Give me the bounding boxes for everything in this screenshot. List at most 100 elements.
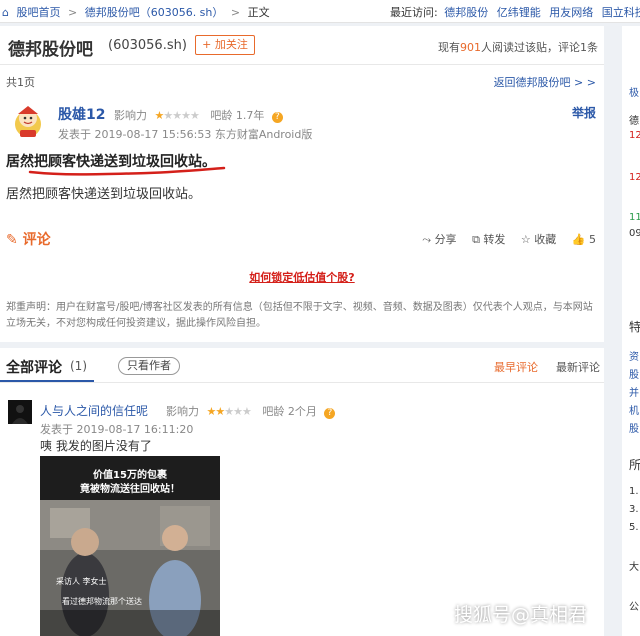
favorite-button[interactable]: ☆ 收藏 bbox=[521, 233, 556, 246]
star-icon: ★ bbox=[190, 109, 200, 122]
commenter-avatar[interactable] bbox=[8, 400, 32, 424]
recent-item[interactable]: 德邦股份 bbox=[444, 6, 488, 19]
share-icon: ⤳ bbox=[422, 233, 432, 246]
reader-count: 901 bbox=[460, 41, 481, 54]
home-icon[interactable]: ⌂ bbox=[2, 6, 9, 19]
comment-label: 评论 bbox=[22, 232, 51, 248]
breadcrumb-separator: > bbox=[230, 6, 241, 19]
breadcrumb-bar[interactable]: 德邦股份吧（603056. sh） bbox=[85, 6, 224, 19]
bar-header: 德邦股份吧 (603056.sh) + 加关注 现有901人阅读过该贴，评论1条 bbox=[0, 26, 604, 65]
sidebar-fragment[interactable]: 股 bbox=[629, 366, 639, 381]
star-icon: ★ bbox=[163, 109, 173, 122]
post-body: 居然把顾客快递送到垃圾回收站。 bbox=[6, 187, 202, 202]
author-age: 吧龄 1.7年 bbox=[210, 109, 265, 122]
sidebar-fragment[interactable]: 机 bbox=[629, 402, 639, 417]
like-button[interactable]: 👍 5 bbox=[572, 233, 596, 246]
sidebar-fragment: 德 bbox=[629, 116, 639, 127]
recent-visits: 最近访问: 德邦股份 亿纬锂能 用友网络 国立科技 汇 bbox=[390, 4, 640, 20]
comments-panel: 全部评论 (1) 只看作者 最早评论 最新评论 人与人之间的信任呢 影响力 ★★… bbox=[0, 348, 604, 636]
reading-mid: 人阅读过该贴，评论 bbox=[481, 41, 580, 54]
star-icon: ★ bbox=[181, 109, 191, 122]
forward-button[interactable]: ⧉ 转发 bbox=[472, 233, 505, 246]
comment-author[interactable]: 人与人之间的信任呢 bbox=[40, 402, 148, 419]
pager-row: 共1页 返回德邦股份吧 > > bbox=[0, 70, 604, 90]
sidebar-fragment: 大 bbox=[629, 562, 639, 573]
help-icon[interactable]: ? bbox=[324, 408, 336, 419]
reading-stats: 现有901人阅读过该贴，评论1条 bbox=[438, 39, 598, 55]
sidebar-fragment[interactable]: 极 bbox=[629, 84, 639, 99]
influence-stars: ★★★★★ bbox=[207, 405, 252, 418]
sort-earliest[interactable]: 最早评论 bbox=[494, 359, 538, 375]
star-icon: ☆ bbox=[520, 233, 531, 246]
forward-icon: ⧉ bbox=[472, 233, 480, 246]
influence-label: 影响力 bbox=[166, 405, 199, 418]
breadcrumb: ⌂ 股吧首页 > 德邦股份吧（603056. sh） > 正文 bbox=[2, 4, 274, 20]
watermark: 搜狐号@真相君 bbox=[454, 604, 588, 626]
sidebar-fragment[interactable]: 资 bbox=[629, 348, 639, 363]
breadcrumb-current: 正文 bbox=[247, 6, 270, 19]
sidebar-fragment[interactable]: 并 bbox=[629, 384, 639, 399]
promo-link[interactable]: 如何锁定低估值个股? bbox=[0, 269, 604, 285]
pencil-icon: ✎ bbox=[6, 232, 18, 248]
comment-button[interactable]: ✎ 评论 bbox=[6, 229, 51, 249]
author-avatar[interactable] bbox=[10, 104, 46, 140]
reading-suffix: 条 bbox=[587, 41, 598, 54]
sidebar-fragment: 09 bbox=[629, 228, 640, 239]
sidebar-fragment: 特 bbox=[629, 320, 640, 334]
recent-label: 最近访问: bbox=[390, 6, 438, 19]
star-icon: ★ bbox=[215, 405, 225, 418]
recent-item[interactable]: 国立科技 bbox=[602, 6, 640, 19]
right-sidebar: 极 德 12 12 11 09 特 资 股 并 机 股 所 1. 3. 5. 大… bbox=[622, 26, 640, 636]
sidebar-fragment: 1. bbox=[629, 486, 639, 497]
comment-count: 1 bbox=[580, 41, 587, 54]
influence-stars: ★★★★★ bbox=[155, 109, 200, 122]
disclaimer: 郑重声明：用户在财富号/股吧/博客社区发表的所有信息（包括但不限于文字、视频、音… bbox=[6, 302, 593, 329]
action-buttons: ⤳ 分享 ⧉ 转发 ☆ 收藏 👍 5 bbox=[410, 231, 596, 247]
thumbs-up-icon: 👍 bbox=[571, 233, 586, 246]
recent-item[interactable]: 用友网络 bbox=[549, 6, 593, 19]
comments-header: 全部评论 (1) 只看作者 最早评论 最新评论 bbox=[0, 348, 604, 383]
post-panel: 德邦股份吧 (603056.sh) + 加关注 现有901人阅读过该贴，评论1条… bbox=[0, 26, 604, 342]
comments-count: (1) bbox=[70, 359, 87, 373]
news-scene-image bbox=[40, 500, 220, 636]
post-author[interactable]: 股雄12 bbox=[58, 104, 105, 124]
star-icon: ★ bbox=[242, 405, 252, 418]
image-caption-1: 价值15万的包裹 bbox=[93, 470, 167, 481]
report-button[interactable]: 举报 bbox=[572, 104, 596, 121]
influence-label: 影响力 bbox=[114, 109, 147, 122]
share-button[interactable]: ⤳ 分享 bbox=[422, 233, 456, 246]
sidebar-fragment: 3. bbox=[629, 504, 639, 515]
post-meta: 发表于 2019-08-17 15:56:53 东方财富Android版 bbox=[58, 128, 313, 141]
author-only-toggle[interactable]: 只看作者 bbox=[118, 357, 180, 375]
all-comments-tab[interactable]: 全部评论 bbox=[6, 357, 62, 377]
sidebar-fragment: 5. bbox=[629, 522, 639, 533]
follow-button[interactable]: + 加关注 bbox=[195, 35, 255, 55]
star-icon: ★ bbox=[224, 405, 234, 418]
top-nav: ⌂ 股吧首页 > 德邦股份吧（603056. sh） > 正文 最近访问: 德邦… bbox=[0, 0, 640, 23]
post-actions: ✎ 评论 ⤳ 分享 ⧉ 转发 ☆ 收藏 👍 5 bbox=[0, 226, 604, 252]
sidebar-fragment: 11 bbox=[629, 212, 640, 223]
star-icon: ★ bbox=[233, 405, 243, 418]
comment-text: 咦 我发的图片没有了 bbox=[40, 439, 152, 453]
sort-latest[interactable]: 最新评论 bbox=[556, 359, 600, 375]
red-underline-mark bbox=[28, 166, 226, 176]
image-subtitle-1: 采访人 李女士 bbox=[56, 577, 107, 586]
comment-image[interactable]: 价值15万的包裹 竟被物流送往回收站！ 采访人 李女士 看过德邦物流那个送达 bbox=[40, 456, 220, 636]
bar-title[interactable]: 德邦股份吧 bbox=[8, 35, 93, 60]
sidebar-fragment: 12 bbox=[629, 130, 640, 141]
like-count: 5 bbox=[589, 233, 596, 246]
author-influence: 影响力 ★★★★★ 吧龄 1.7年 ? bbox=[114, 107, 283, 123]
comment-meta: 发表于 2019-08-17 16:11:20 bbox=[40, 423, 194, 436]
sidebar-fragment[interactable]: 股 bbox=[629, 420, 639, 435]
help-icon[interactable]: ? bbox=[271, 112, 283, 123]
stock-code: (603056.sh) bbox=[108, 38, 187, 53]
commenter-age: 吧龄 2个月 bbox=[262, 405, 317, 418]
sidebar-fragment: 所 bbox=[629, 458, 640, 472]
breadcrumb-home[interactable]: 股吧首页 bbox=[16, 6, 60, 19]
sidebar-fragment: 12 bbox=[629, 172, 640, 183]
recent-item[interactable]: 亿纬锂能 bbox=[497, 6, 541, 19]
breadcrumb-separator: > bbox=[67, 6, 78, 19]
back-to-bar-link[interactable]: 返回德邦股份吧 > > bbox=[494, 74, 596, 90]
page-count: 共1页 bbox=[6, 76, 35, 89]
image-subtitle-2: 看过德邦物流那个送达 bbox=[62, 597, 142, 606]
